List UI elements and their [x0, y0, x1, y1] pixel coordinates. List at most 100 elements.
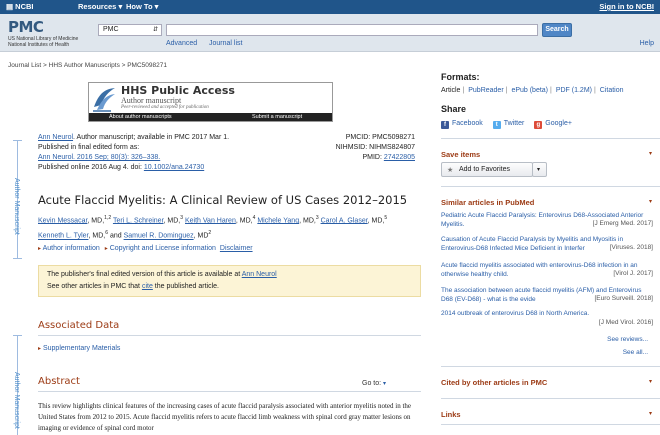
section-divider [441, 366, 660, 367]
doi-link[interactable]: 10.1002/ana.24730 [144, 164, 204, 171]
similar-articles-heading: Similar articles in PubMed [441, 198, 535, 207]
notice-text-1: The publisher's final edited version of … [47, 271, 242, 278]
notice-text-2: See other articles in PMC that [47, 283, 142, 290]
author-link[interactable]: Keith Van Haren [185, 217, 236, 224]
similar-article-title[interactable]: 2014 outbreak of enterovirus D68 in Nort… [441, 310, 653, 319]
advanced-search-link[interactable]: Advanced [166, 40, 197, 47]
chevron-down-icon[interactable]: ▾ [649, 198, 652, 205]
similar-article-item[interactable]: Acute flaccid myelitis associated with e… [441, 262, 653, 279]
ncbi-home-link[interactable]: ▤ NCBI [6, 2, 34, 11]
add-to-favorites-button[interactable]: ★ Add to Favorites [441, 162, 533, 177]
similar-article-source: [Euro Surveill. 2018] [592, 295, 653, 302]
journal-list-link[interactable]: Journal list [209, 40, 242, 47]
citation-issue-link[interactable]: Ann Neurol. 2016 Sep; 80(3): 326–338. [38, 154, 160, 161]
author-link[interactable]: Kevin Messacar [38, 217, 87, 224]
similar-article-item[interactable]: The association between acute flaccid my… [441, 287, 653, 304]
similar-article-item[interactable]: Causation of Acute Flaccid Paralysis by … [441, 236, 653, 253]
format-citation[interactable]: Citation [600, 87, 624, 94]
format-pdf[interactable]: PDF (1.2M) [556, 87, 592, 94]
affiliation-sup[interactable]: 3 [316, 215, 319, 221]
howto-label: How To [126, 2, 153, 11]
save-items-toggle[interactable]: Save items [441, 150, 480, 159]
cite-link[interactable]: cite [142, 283, 153, 290]
author-link[interactable]: Kenneth L. Tyler [38, 233, 88, 240]
format-article[interactable]: Article [441, 87, 460, 94]
section-divider [38, 391, 421, 392]
chevron-updown-icon: ⇵ [152, 27, 158, 33]
howto-menu[interactable]: How To ▾ [126, 2, 158, 11]
caret-right-icon: ▸ [38, 246, 42, 252]
see-all-link[interactable]: See all... [623, 349, 648, 358]
similar-article-source: [Virol J. 2017] [611, 270, 653, 277]
author-manuscript-label: Author Manuscript [13, 178, 20, 235]
database-select[interactable]: PMC ⇵ [98, 24, 162, 36]
chevron-down-icon: ▾ [154, 2, 159, 11]
database-selected-value: PMC [103, 26, 119, 33]
share-twitter[interactable]: t Twitter [492, 120, 524, 129]
copyright-toggle[interactable]: Copyright and License information [110, 245, 216, 252]
affiliation-sup[interactable]: 5 [384, 215, 387, 221]
publisher-notice: The publisher's final edited version of … [38, 265, 421, 297]
author-information-toggle[interactable]: Author information [43, 245, 100, 252]
format-epub[interactable]: ePub (beta) [511, 87, 548, 94]
affiliation-sup[interactable]: 4 [253, 215, 256, 221]
resources-label: Resources [78, 2, 117, 11]
format-pubreader[interactable]: PubReader [468, 87, 503, 94]
author-degree: , MD, [87, 217, 105, 225]
cited-by-heading[interactable]: Cited by other articles in PMC [441, 378, 547, 387]
citation-published-label: Published in final edited form as: [38, 144, 140, 151]
twitter-icon: t [492, 121, 501, 129]
resources-menu[interactable]: Resources ▾ [78, 2, 122, 11]
pmid-link[interactable]: 27422805 [384, 154, 415, 161]
chevron-down-icon[interactable]: ▾ [649, 150, 652, 157]
search-header: PMC US National Library of Medicine Nati… [0, 14, 660, 52]
supplementary-materials-toggle[interactable]: Supplementary Materials [43, 345, 120, 352]
margin-tick [13, 335, 22, 336]
submit-manuscript-link[interactable]: Submit a manuscript [252, 114, 302, 120]
affiliation-sup[interactable]: 3 [180, 215, 183, 221]
similar-article-item[interactable]: 2014 outbreak of enterovirus D68 in Nort… [441, 310, 653, 326]
see-reviews-link[interactable]: See reviews... [607, 336, 648, 345]
formats-heading: Formats: [441, 72, 480, 82]
sign-in-link[interactable]: Sign in to NCBI [599, 2, 654, 11]
author-degree: , MD, [88, 232, 106, 240]
links-heading[interactable]: Links [441, 410, 461, 419]
search-button[interactable]: Search [542, 23, 572, 37]
help-link[interactable]: Help [640, 40, 654, 47]
similar-article-item[interactable]: Pediatric Acute Flaccid Paralysis: Enter… [441, 212, 653, 229]
affiliation-sup[interactable]: 1,2 [104, 215, 111, 221]
publisher-version-link[interactable]: Ann Neurol [242, 271, 277, 278]
affiliation-sup[interactable]: 6 [105, 230, 108, 236]
caret-right-icon: ▸ [38, 346, 42, 352]
author-info-row: ▸ Author information ▸ Copyright and Lic… [38, 245, 253, 252]
pmc-logo[interactable]: PMC US National Library of Medicine Nati… [8, 18, 78, 48]
goto-menu[interactable]: Go to: ▾ [362, 380, 386, 387]
breadcrumb[interactable]: Journal List > HHS Author Manuscripts > … [8, 62, 167, 69]
share-google[interactable]: g Google+ [534, 120, 572, 129]
author-degree: , MD, [299, 217, 316, 225]
author-link[interactable]: Teri L. Schreiner [113, 217, 164, 224]
favorites-dropdown-button[interactable]: ▾ [532, 162, 547, 177]
logo-text: PMC [8, 18, 44, 36]
similar-article-source: [J Emerg Med. 2017] [592, 220, 653, 227]
author-link[interactable]: Carol A. Glaser [321, 217, 368, 224]
author-link[interactable]: Samuel R. Dominguez [124, 233, 194, 240]
share-facebook[interactable]: f Facebook [441, 120, 483, 129]
author-and: and [109, 232, 122, 240]
goto-label: Go to: [362, 380, 382, 387]
chevron-down-icon[interactable]: ▾ [649, 410, 652, 417]
abstract-heading: Abstract [38, 376, 80, 387]
about-manuscripts-link[interactable]: About author manuscripts [109, 114, 172, 120]
similar-article-source: [J Med Virol. 2016] [598, 319, 653, 326]
author-link[interactable]: Michele Yang [257, 217, 299, 224]
disclaimer-link[interactable]: Disclaimer [220, 245, 253, 252]
citation-online-date: Published online 2016 Aug 4. doi: [38, 164, 144, 171]
chevron-down-icon[interactable]: ▾ [649, 378, 652, 385]
affiliation-sup[interactable]: 2 [208, 230, 211, 236]
pmid-label: PMID: [362, 154, 384, 161]
supplementary-materials-row[interactable]: ▸ Supplementary Materials [38, 345, 120, 352]
google-label: Google+ [545, 120, 572, 127]
chevron-down-icon: ▾ [118, 2, 123, 11]
search-input[interactable] [166, 24, 538, 36]
journal-link[interactable]: Ann Neurol [38, 134, 73, 141]
